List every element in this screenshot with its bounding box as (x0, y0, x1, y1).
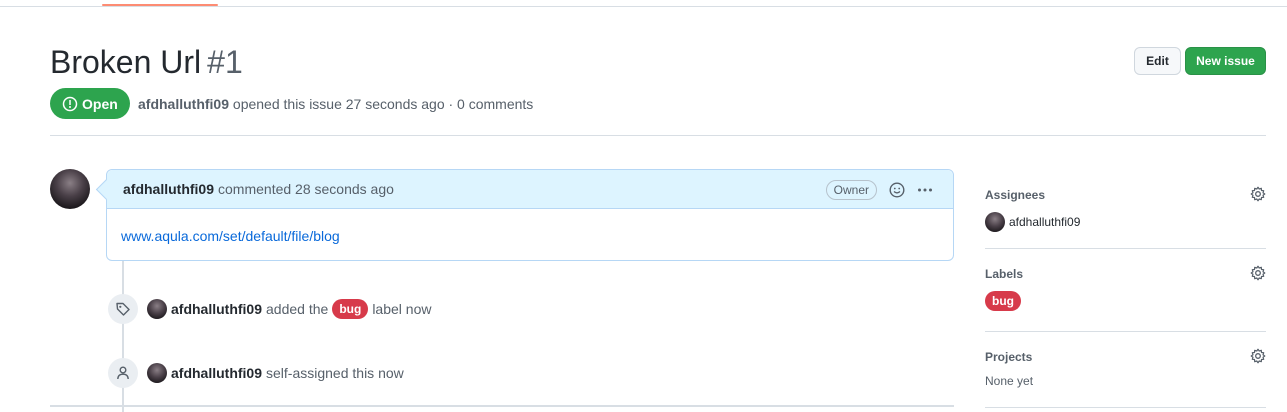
sidebar-divider (985, 248, 1266, 249)
sidebar-divider (985, 331, 1266, 332)
comment-action-text: commented 28 seconds ago (218, 181, 394, 197)
comment-author-avatar[interactable] (50, 169, 90, 209)
bug-label[interactable]: bug (985, 291, 1021, 311)
timeline-label-badge (108, 294, 138, 324)
kebab-menu-icon[interactable] (917, 182, 933, 198)
gear-icon[interactable] (1250, 265, 1266, 281)
issue-meta: afdhalluthfi09 opened this issue 27 seco… (138, 96, 533, 112)
person-icon (117, 366, 129, 380)
edit-button[interactable]: Edit (1134, 47, 1181, 75)
sidebar-divider (985, 407, 1266, 408)
tag-icon (116, 302, 130, 316)
timeline-user-link[interactable]: afdhalluthfi09 (171, 365, 262, 381)
issue-number: #1 (207, 44, 243, 80)
issue-title: Broken Url #1 (50, 40, 243, 84)
avatar (985, 212, 1005, 232)
comment-body: www.aqula.com/set/default/file/blog (107, 209, 953, 263)
comment-body-link[interactable]: www.aqula.com/set/default/file/blog (121, 228, 340, 244)
timeline-text-after: label now (372, 301, 432, 317)
smiley-icon[interactable] (889, 182, 905, 198)
active-tab-underline (102, 4, 218, 6)
timeline-line (122, 261, 124, 412)
timeline-event-assign: afdhalluthfi09 self-assigned this now (147, 363, 404, 383)
avatar[interactable] (147, 363, 167, 383)
assignee-item[interactable]: afdhalluthfi09 (985, 212, 1266, 232)
owner-badge: Owner (825, 180, 877, 200)
projects-title[interactable]: Projects (985, 350, 1266, 364)
assignee-name: afdhalluthfi09 (1009, 215, 1081, 229)
top-divider (0, 6, 1287, 7)
gear-icon[interactable] (1250, 186, 1266, 202)
avatar[interactable] (147, 299, 167, 319)
projects-empty-text: None yet (985, 374, 1034, 388)
sidebar-labels: Labels bug (985, 265, 1266, 311)
labels-title[interactable]: Labels (985, 267, 1266, 281)
new-issue-button[interactable]: New issue (1185, 47, 1266, 75)
timeline-text: added the (266, 301, 329, 317)
issue-opened-icon (62, 96, 78, 111)
sidebar-projects: Projects None yet (985, 348, 1266, 388)
comment-author-link[interactable]: afdhalluthfi09 (123, 181, 214, 197)
timeline-text: self-assigned this now (266, 365, 404, 381)
sidebar-assignees: Assignees afdhalluthfi09 (985, 186, 1266, 232)
comment-box: afdhalluthfi09 commented 28 seconds ago … (106, 169, 954, 261)
timeline-user-link[interactable]: afdhalluthfi09 (171, 301, 262, 317)
comment-header: afdhalluthfi09 commented 28 seconds ago … (107, 170, 953, 209)
issue-title-text: Broken Url (50, 44, 202, 80)
issue-state-label: Open (82, 95, 118, 112)
labels-list: bug (985, 291, 1266, 311)
issue-meta-text: opened this issue 27 seconds ago · 0 com… (232, 96, 534, 112)
assignees-title[interactable]: Assignees (985, 188, 1266, 202)
comment-form-divider (50, 405, 954, 407)
header-divider (50, 135, 1266, 136)
timeline-event-label: afdhalluthfi09 added the bug label now (147, 299, 431, 319)
gear-icon[interactable] (1250, 348, 1266, 364)
issue-state-badge: Open (50, 88, 130, 119)
timeline-assign-badge (108, 358, 138, 388)
issue-author-link[interactable]: afdhalluthfi09 (138, 96, 229, 112)
bug-label[interactable]: bug (332, 299, 369, 319)
